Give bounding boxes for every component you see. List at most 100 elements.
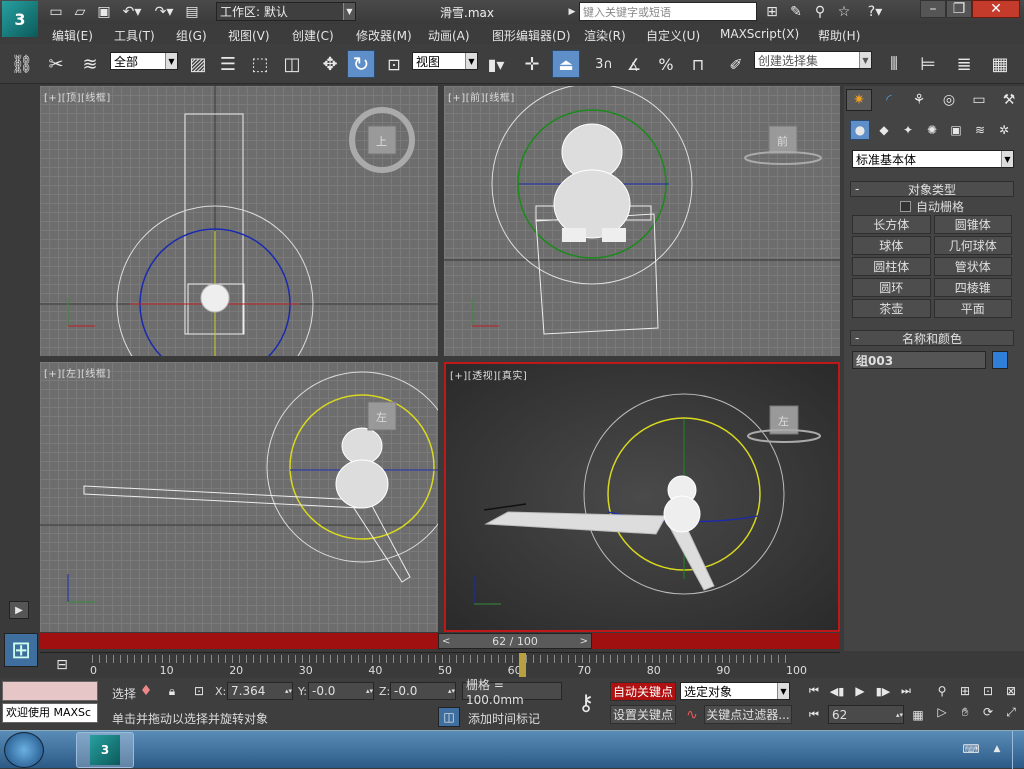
mirror-icon[interactable]: ⫴ bbox=[882, 52, 906, 76]
key-filters-button[interactable]: 关键点过滤器... bbox=[704, 705, 792, 724]
slider-left-arrow[interactable]: < bbox=[442, 636, 450, 647]
go-to-start-icon[interactable]: ⏮ bbox=[804, 682, 824, 700]
shapes-icon[interactable]: ◆ bbox=[874, 120, 894, 140]
zoom-all-icon[interactable]: ⊞ bbox=[955, 682, 975, 700]
keyboard-shortcut-override-icon[interactable]: ⏏ bbox=[552, 50, 580, 78]
menu-item[interactable]: 自定义(U) bbox=[646, 27, 720, 44]
object-type-button[interactable]: 圆锥体 bbox=[933, 215, 1012, 234]
menu-item[interactable]: 帮助(H) bbox=[818, 27, 878, 44]
binoculars-icon[interactable]: ⊞ bbox=[762, 3, 782, 21]
menu-item[interactable]: 动画(A) bbox=[428, 27, 492, 44]
object-type-button[interactable]: 圆柱体 bbox=[852, 257, 931, 276]
field-of-view-icon[interactable]: ▷ bbox=[932, 703, 952, 721]
object-type-button[interactable]: 圆环 bbox=[852, 278, 931, 297]
time-tag-icon[interactable]: ◫ bbox=[438, 707, 460, 727]
current-frame-marker[interactable] bbox=[519, 653, 526, 677]
redo-icon[interactable]: ↷▾ bbox=[150, 3, 178, 21]
search-input[interactable]: 键入关键字或短语 bbox=[579, 2, 757, 21]
z-coordinate-field[interactable]: -0.0 ▴▾ bbox=[390, 682, 456, 700]
menu-item[interactable]: 创建(C) bbox=[292, 27, 356, 44]
orbit-icon[interactable]: ⟳ bbox=[978, 703, 998, 721]
menu-item[interactable]: 编辑(E) bbox=[52, 27, 114, 44]
set-key-button[interactable]: 设置关键点 bbox=[610, 705, 676, 724]
auto-grid-checkbox[interactable] bbox=[899, 200, 911, 212]
select-object-icon[interactable]: ▨ bbox=[186, 52, 210, 76]
isolate-icon[interactable]: ♦ bbox=[138, 683, 154, 699]
help-icon[interactable]: ?▾ bbox=[858, 3, 892, 21]
graphite-modeling-icon[interactable]: ▦ bbox=[988, 52, 1012, 76]
rotate-icon[interactable]: ↻ bbox=[347, 50, 375, 78]
slider-right-arrow[interactable]: > bbox=[580, 636, 588, 647]
next-frame-icon[interactable]: ▮▶ bbox=[873, 682, 893, 700]
communication-center-icon[interactable]: ⚲ bbox=[810, 3, 830, 21]
rectangular-selection-icon[interactable]: ⬚ bbox=[248, 52, 272, 76]
layer-manager-icon[interactable]: ≣ bbox=[952, 52, 976, 76]
open-file-icon[interactable]: ▱ bbox=[70, 3, 90, 21]
cameras-icon[interactable]: ✺ bbox=[922, 120, 942, 140]
menu-item[interactable]: MAXScript(X) bbox=[720, 27, 818, 44]
window-crossing-icon[interactable]: ◫ bbox=[280, 52, 304, 76]
modify-tab-icon[interactable]: ◜ bbox=[876, 89, 902, 111]
key-mode-toggle-icon[interactable]: ⏮ bbox=[804, 706, 824, 724]
rollout-header[interactable]: - 对象类型 bbox=[850, 181, 1014, 197]
menu-item[interactable]: 渲染(R) bbox=[584, 27, 646, 44]
helpers-icon[interactable]: ▣ bbox=[946, 120, 966, 140]
new-file-icon[interactable]: ▭ bbox=[46, 3, 66, 21]
maxscript-mini-listener[interactable]: 欢迎使用 MAXSc bbox=[2, 703, 98, 723]
motion-tab-icon[interactable]: ◎ bbox=[936, 89, 962, 111]
menu-item[interactable]: 图形编辑器(D) bbox=[492, 27, 584, 44]
add-time-tag[interactable]: 添加时间标记 bbox=[468, 710, 540, 727]
systems-icon[interactable]: ✲ bbox=[994, 120, 1014, 140]
menu-item[interactable]: 组(G) bbox=[176, 27, 228, 44]
viewport-layout-icon[interactable]: ⊞ bbox=[4, 633, 38, 667]
rollout-header[interactable]: - 名称和颜色 bbox=[850, 330, 1014, 346]
spinner-icon[interactable]: ▴▾ bbox=[448, 687, 455, 695]
select-by-name-icon[interactable]: ☰ bbox=[216, 52, 240, 76]
minimize-button[interactable]: – bbox=[920, 0, 946, 18]
y-coordinate-field[interactable]: -0.0 ▴▾ bbox=[308, 682, 374, 700]
edit-named-selection-icon[interactable]: ✐ bbox=[724, 52, 748, 76]
x-coordinate-field[interactable]: 7.364 ▴▾ bbox=[227, 682, 293, 700]
show-desktop-button[interactable] bbox=[1012, 731, 1024, 769]
expand-arrow-icon[interactable]: ▶ bbox=[9, 601, 29, 619]
spinner-snap-icon[interactable]: ⊓ bbox=[686, 52, 710, 76]
object-type-button[interactable]: 几何球体 bbox=[933, 236, 1012, 255]
object-color-swatch[interactable] bbox=[992, 351, 1008, 369]
pivot-center-icon[interactable]: ▮▾ bbox=[484, 52, 508, 76]
search-arrow-icon[interactable]: ▶ bbox=[567, 4, 577, 20]
object-name-field[interactable]: 组003 bbox=[852, 351, 986, 369]
favorites-icon[interactable]: ☆ bbox=[834, 3, 854, 21]
menu-item[interactable]: 工具(T) bbox=[114, 27, 176, 44]
bind-space-warp-icon[interactable]: ≋ bbox=[78, 52, 102, 76]
start-button[interactable] bbox=[4, 732, 44, 768]
track-bar[interactable]: 0 10 20 30 40 50 60 70 80 90 100 bbox=[40, 652, 840, 678]
close-button[interactable]: ✕ bbox=[972, 0, 1020, 18]
link-icon[interactable]: ⛓ bbox=[10, 52, 34, 76]
lock-icon[interactable]: 🔒︎ bbox=[164, 683, 180, 699]
time-slider-handle[interactable]: < 62 / 100 > bbox=[438, 633, 592, 649]
key-mode-select[interactable]: 选定对象 ▼ bbox=[680, 682, 790, 700]
object-type-button[interactable]: 长方体 bbox=[852, 215, 931, 234]
space-warps-icon[interactable]: ≋ bbox=[970, 120, 990, 140]
viewport-perspective[interactable]: [+][透视][真实] 左 bbox=[444, 362, 840, 632]
previous-frame-icon[interactable]: ◀▮ bbox=[827, 682, 847, 700]
pan-icon[interactable]: ✋︎ bbox=[955, 703, 975, 721]
undo-icon[interactable]: ↶▾ bbox=[118, 3, 146, 21]
project-folder-icon[interactable]: ▤ bbox=[182, 3, 202, 21]
object-type-button[interactable]: 茶壶 bbox=[852, 299, 931, 318]
save-file-icon[interactable]: ▣ bbox=[94, 3, 114, 21]
play-icon[interactable]: ▶ bbox=[850, 682, 870, 700]
object-type-button[interactable]: 四棱锥 bbox=[933, 278, 1012, 297]
hierarchy-tab-icon[interactable]: ⚘ bbox=[906, 89, 932, 111]
zoom-icon[interactable]: ⚲ bbox=[932, 682, 952, 700]
maximize-viewport-icon[interactable]: ⤢ bbox=[1001, 703, 1021, 721]
lights-icon[interactable]: ✦ bbox=[898, 120, 918, 140]
viewport-front[interactable]: [+][前][线框] 前 bbox=[444, 86, 840, 356]
viewport-left[interactable]: [+][左][线框] 左 bbox=[40, 362, 438, 632]
zoom-extents-all-icon[interactable]: ⊠ bbox=[1001, 682, 1021, 700]
set-key-icon[interactable]: ⚷ bbox=[568, 690, 604, 716]
absolute-mode-icon[interactable]: ⊡ bbox=[191, 683, 207, 699]
geometry-icon[interactable]: ● bbox=[850, 120, 870, 140]
auto-key-button[interactable]: 自动关键点 bbox=[610, 682, 676, 701]
spinner-icon[interactable]: ▴▾ bbox=[366, 687, 373, 695]
